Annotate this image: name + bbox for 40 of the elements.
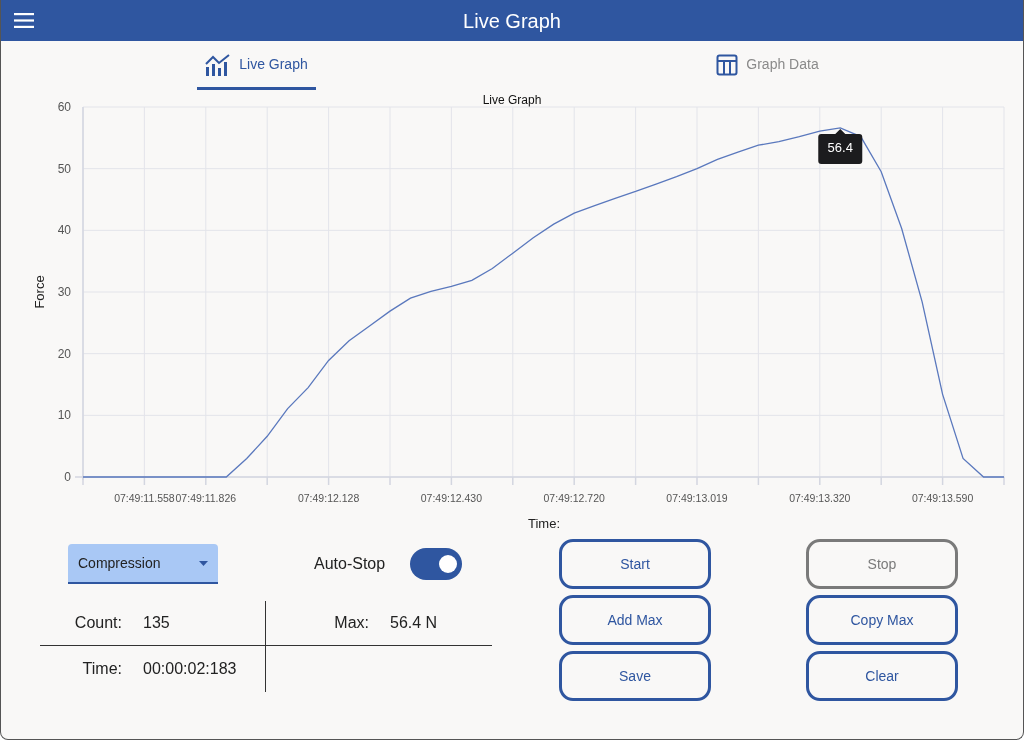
x-tick-label: 07:49:12.430 [420, 492, 483, 504]
annotation: 56.4 [827, 139, 853, 155]
y-tick-label: 40 [57, 223, 71, 238]
y-tick-label: 50 [57, 161, 71, 176]
table-icon [716, 53, 739, 76]
x-tick-label: 07:49:11.558 [114, 492, 175, 504]
chart-icon [205, 53, 232, 76]
stat-value: 00:00:02:183 [143, 659, 237, 679]
x-tick-label: 07:49:13.019 [666, 492, 728, 504]
chart-title: Live Graph [482, 93, 542, 107]
y-tick-label: 30 [57, 285, 71, 299]
y-tick-label: 0 [64, 470, 71, 484]
auto-stop-toggle[interactable] [410, 548, 463, 580]
y-tick-label: 10 [57, 408, 71, 423]
y-axis-title: Force [32, 275, 47, 309]
stat-label: Count: [73, 613, 122, 633]
action-button[interactable]: Copy Max [806, 595, 958, 645]
x-tick-label: 07:49:12.720 [543, 492, 605, 504]
window-title: Live Graph [463, 8, 561, 34]
mode-dropdown[interactable]: Compression [68, 544, 218, 584]
x-axis-title: Time: [528, 516, 560, 531]
stat-label: Max: [333, 613, 369, 633]
x-tick-label: 07:49:11.826 [175, 492, 237, 504]
auto-stop-label: Auto-Stop [314, 554, 386, 574]
action-button[interactable]: Clear [806, 651, 958, 701]
stat-value: 135 [143, 613, 170, 633]
action-button[interactable]: Save [559, 651, 711, 701]
tab[interactable]: Live Graph [197, 42, 316, 90]
x-tick-label: 07:49:13.320 [789, 492, 851, 504]
y-tick-label: 20 [57, 346, 71, 361]
x-tick-label: 07:49:13.590 [911, 492, 974, 504]
stat-label: Time: [81, 659, 122, 679]
action-button[interactable]: Add Max [559, 595, 711, 645]
y-tick-label: 60 [57, 100, 71, 114]
action-button[interactable]: Start [559, 539, 711, 589]
stat-value: 56.4 N [390, 613, 438, 633]
value-tooltip: 56.4 [818, 128, 863, 164]
caret-icon [199, 560, 208, 566]
x-tick-label: 07:49:12.128 [297, 492, 360, 504]
menu-icon[interactable] [14, 13, 34, 28]
